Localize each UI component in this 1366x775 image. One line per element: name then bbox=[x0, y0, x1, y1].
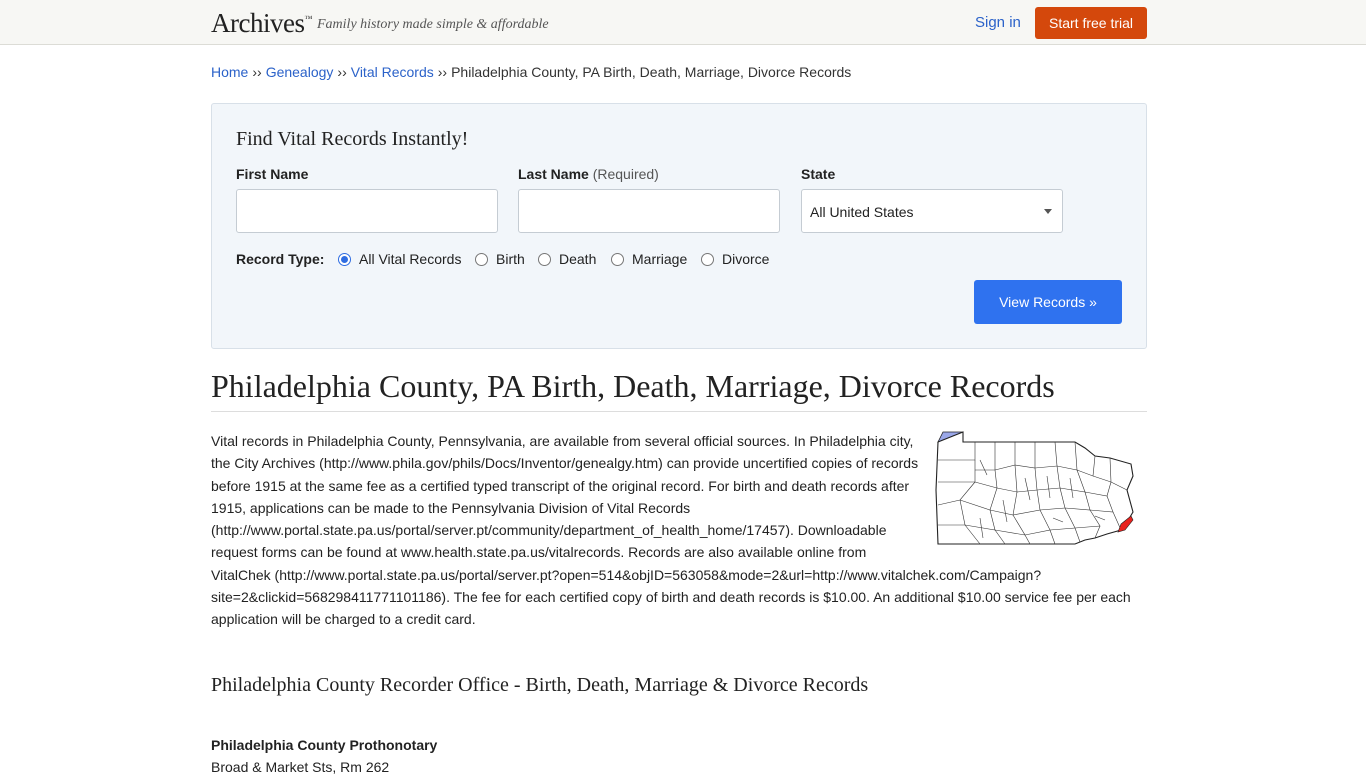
recorder-office-heading: Philadelphia County Recorder Office - Bi… bbox=[211, 674, 869, 696]
first-name-label: First Name bbox=[236, 166, 308, 182]
first-name-label-text: First Name bbox=[236, 166, 309, 182]
sign-in-link[interactable]: Sign in bbox=[975, 14, 1021, 31]
radio-marriage[interactable]: Marriage bbox=[611, 251, 687, 267]
logo-text: Archives bbox=[211, 8, 305, 38]
record-type-label: Record Type: bbox=[236, 251, 325, 267]
archives-logo[interactable]: Archives™ bbox=[211, 8, 312, 39]
radio-checked-icon[interactable] bbox=[338, 252, 351, 266]
site-header: Archives™ Family history made simple & a… bbox=[0, 0, 1366, 45]
breadcrumb-home[interactable]: Home bbox=[211, 64, 248, 80]
radio-birth[interactable]: Birth bbox=[475, 251, 525, 267]
radio-label: Divorce bbox=[722, 251, 770, 267]
radio-label: Birth bbox=[496, 251, 525, 267]
state-label-text: State bbox=[801, 166, 836, 182]
breadcrumb-current: Philadelphia County, PA Birth, Death, Ma… bbox=[451, 64, 852, 80]
radio-label: Marriage bbox=[632, 251, 688, 267]
office-address: Broad & Market Sts, Rm 262 bbox=[211, 759, 390, 775]
last-name-label: Last Name (Required) bbox=[518, 166, 659, 182]
breadcrumb-separator: ›› bbox=[252, 64, 262, 80]
breadcrumb-separator: ›› bbox=[437, 64, 448, 80]
last-name-input[interactable] bbox=[518, 189, 780, 233]
radio-label: Death bbox=[559, 251, 597, 267]
page-title: Philadelphia County, PA Birth, Death, Ma… bbox=[211, 368, 1147, 412]
radio-label: All Vital Records bbox=[359, 251, 462, 267]
start-free-trial-button[interactable]: Start free trial bbox=[1035, 7, 1147, 39]
radio-divorce[interactable]: Divorce bbox=[701, 251, 769, 267]
radio-unchecked-icon[interactable] bbox=[475, 252, 488, 266]
breadcrumb-genealogy[interactable]: Genealogy bbox=[266, 64, 334, 80]
intro-paragraph: Vital records in Philadelphia County, Pe… bbox=[211, 430, 1135, 631]
breadcrumb-separator: ›› bbox=[337, 64, 347, 80]
trademark-mark: ™ bbox=[304, 14, 312, 23]
breadcrumb: Home ›› Genealogy ›› Vital Records ›› Philadel… bbox=[211, 64, 851, 80]
state-selected-value: All United States bbox=[810, 204, 914, 220]
pennsylvania-county-map-icon bbox=[935, 431, 1134, 545]
state-label: State bbox=[801, 166, 835, 182]
view-records-button[interactable]: View Records » bbox=[974, 280, 1122, 324]
radio-unchecked-icon[interactable] bbox=[701, 252, 714, 266]
state-select[interactable]: All United States bbox=[801, 189, 1063, 233]
chevron-down-icon bbox=[1044, 209, 1052, 214]
radio-death[interactable]: Death bbox=[538, 251, 596, 267]
radio-all-vital-records[interactable]: All Vital Records bbox=[338, 251, 461, 267]
radio-unchecked-icon[interactable] bbox=[538, 252, 551, 266]
radio-unchecked-icon[interactable] bbox=[611, 252, 624, 266]
first-name-input[interactable] bbox=[236, 189, 498, 233]
search-panel-title: Find Vital Records Instantly! bbox=[236, 128, 469, 150]
search-panel: Find Vital Records Instantly! First Name… bbox=[211, 103, 1147, 349]
last-name-label-text: Last Name bbox=[518, 166, 589, 182]
breadcrumb-vital-records[interactable]: Vital Records bbox=[351, 64, 434, 80]
tagline: Family history made simple & affordable bbox=[317, 17, 549, 32]
office-name: Philadelphia County Prothonotary bbox=[211, 737, 438, 753]
required-note: (Required) bbox=[592, 166, 659, 182]
